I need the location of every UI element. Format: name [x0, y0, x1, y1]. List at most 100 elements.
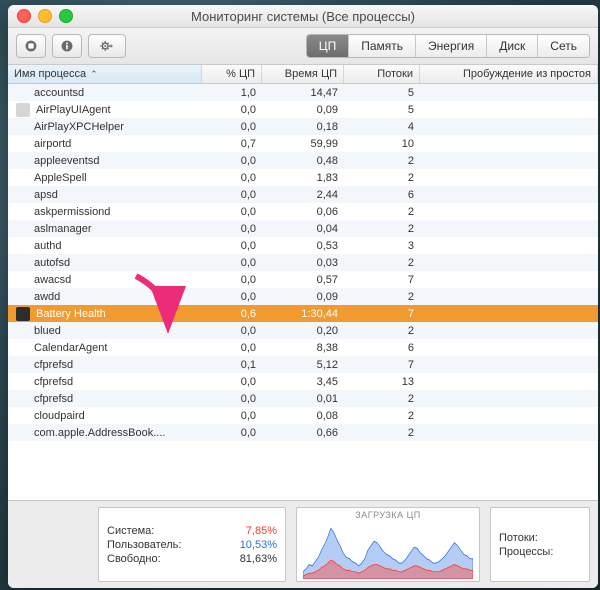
process-threads: 7: [344, 359, 420, 371]
process-threads: 2: [344, 325, 420, 337]
process-name: aslmanager: [34, 223, 91, 235]
zoom-icon[interactable]: [59, 9, 73, 23]
table-row[interactable]: autofsd0,00,032: [8, 254, 598, 271]
process-cpu: 0,0: [202, 155, 262, 167]
table-row[interactable]: cfprefsd0,00,012: [8, 390, 598, 407]
process-time: 3,45: [262, 376, 344, 388]
process-cpu: 1,0: [202, 87, 262, 99]
table-row[interactable]: appleeventsd0,00,482: [8, 152, 598, 169]
stop-process-button[interactable]: [16, 34, 46, 58]
table-row[interactable]: accountsd1,014,475: [8, 84, 598, 101]
sort-ascending-icon: ⌃: [90, 69, 98, 80]
process-time: 2,44: [262, 189, 344, 201]
tab-bar: ЦППамятьЭнергияДискСеть: [306, 34, 590, 58]
table-row[interactable]: awacsd0,00,577: [8, 271, 598, 288]
process-time: 1,83: [262, 172, 344, 184]
minimize-icon[interactable]: [38, 9, 52, 23]
table-row[interactable]: com.apple.AddressBook....0,00,662: [8, 424, 598, 441]
stop-icon: [24, 39, 38, 53]
info-icon: [60, 39, 74, 53]
table-row[interactable]: awdd0,00,092: [8, 288, 598, 305]
column-header-cpu[interactable]: % ЦП: [202, 65, 262, 83]
process-icon: [16, 103, 30, 117]
column-header-wakeups[interactable]: Пробуждение из простоя: [420, 65, 598, 83]
process-name: cfprefsd: [34, 376, 73, 388]
cpu-load-chart-title: ЗАГРУЗКА ЦП: [303, 510, 473, 520]
tab-Диск[interactable]: Диск: [487, 35, 538, 57]
column-headers: Имя процесса ⌃ % ЦП Время ЦП Потоки Проб…: [8, 65, 598, 84]
process-table[interactable]: accountsd1,014,475AirPlayUIAgent0,00,095…: [8, 84, 598, 500]
process-time: 0,66: [262, 427, 344, 439]
process-cpu: 0,0: [202, 427, 262, 439]
process-time: 0,09: [262, 104, 344, 116]
process-cpu: 0,0: [202, 342, 262, 354]
process-cpu: 0,0: [202, 410, 262, 422]
process-threads: 2: [344, 206, 420, 218]
process-time: 8,38: [262, 342, 344, 354]
process-name: askpermissiond: [34, 206, 110, 218]
process-threads: 6: [344, 342, 420, 354]
process-cpu: 0,0: [202, 274, 262, 286]
table-row[interactable]: apsd0,02,446: [8, 186, 598, 203]
table-row[interactable]: Battery Health0,61:30,447: [8, 305, 598, 322]
process-name: com.apple.AddressBook....: [34, 427, 165, 439]
process-time: 0,06: [262, 206, 344, 218]
options-button[interactable]: [88, 34, 126, 58]
process-time: 0,03: [262, 257, 344, 269]
table-row[interactable]: authd0,00,533: [8, 237, 598, 254]
table-row[interactable]: [8, 441, 598, 458]
process-cpu: 0,1: [202, 359, 262, 371]
process-cpu: 0,0: [202, 257, 262, 269]
process-threads: 2: [344, 291, 420, 303]
column-header-name[interactable]: Имя процесса ⌃: [8, 65, 202, 83]
process-icon: [16, 307, 30, 321]
cpu-load-chart: [303, 521, 473, 579]
table-row[interactable]: cfprefsd0,15,127: [8, 356, 598, 373]
column-header-time[interactable]: Время ЦП: [262, 65, 344, 83]
tab-Сеть[interactable]: Сеть: [538, 35, 589, 57]
process-cpu: 0,0: [202, 104, 262, 116]
process-threads: 7: [344, 308, 420, 320]
process-cpu: 0,0: [202, 393, 262, 405]
process-cpu: 0,0: [202, 206, 262, 218]
table-row[interactable]: cloudpaird0,00,082: [8, 407, 598, 424]
table-row[interactable]: AirPlayXPCHelper0,00,184: [8, 118, 598, 135]
process-cpu: 0,6: [202, 308, 262, 320]
process-name: AirPlayUIAgent: [36, 104, 111, 116]
process-cpu: 0,0: [202, 172, 262, 184]
process-name: AirPlayXPCHelper: [34, 121, 124, 133]
process-threads: 2: [344, 172, 420, 184]
process-cpu: 0,0: [202, 121, 262, 133]
close-icon[interactable]: [17, 9, 31, 23]
process-time: 0,20: [262, 325, 344, 337]
process-time: 5,12: [262, 359, 344, 371]
process-threads: 10: [344, 138, 420, 150]
gear-icon: [100, 39, 114, 53]
process-threads: 2: [344, 393, 420, 405]
table-row[interactable]: airportd0,759,9910: [8, 135, 598, 152]
process-threads: 2: [344, 223, 420, 235]
table-row[interactable]: AppleSpell0,01,832: [8, 169, 598, 186]
system-value: 7,85%: [246, 525, 277, 537]
idle-value: 81,63%: [240, 553, 277, 565]
process-name: awdd: [34, 291, 60, 303]
process-threads: 3: [344, 240, 420, 252]
table-row[interactable]: AirPlayUIAgent0,00,095: [8, 101, 598, 118]
footer: Система:7,85% Пользователь:10,53% Свобод…: [8, 500, 598, 588]
tab-ЦП[interactable]: ЦП: [307, 35, 350, 57]
process-time: 1:30,44: [262, 308, 344, 320]
table-row[interactable]: blued0,00,202: [8, 322, 598, 339]
table-row[interactable]: cfprefsd0,03,4513: [8, 373, 598, 390]
process-time: 0,18: [262, 121, 344, 133]
tab-Энергия[interactable]: Энергия: [416, 35, 487, 57]
tab-Память[interactable]: Память: [349, 35, 416, 57]
system-label: Система:: [107, 525, 154, 537]
table-row[interactable]: CalendarAgent0,08,386: [8, 339, 598, 356]
column-header-threads[interactable]: Потоки: [344, 65, 420, 83]
process-name: apsd: [34, 189, 58, 201]
table-row[interactable]: askpermissiond 0,00,062: [8, 203, 598, 220]
inspect-process-button[interactable]: [52, 34, 82, 58]
process-cpu: 0,0: [202, 223, 262, 235]
process-threads: 2: [344, 155, 420, 167]
table-row[interactable]: aslmanager0,00,042: [8, 220, 598, 237]
